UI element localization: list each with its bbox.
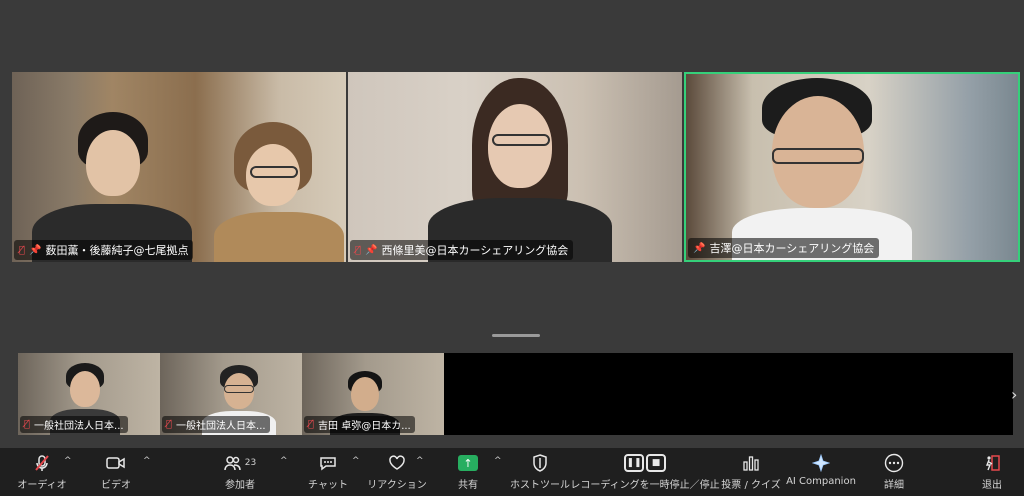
pin-icon: 📌 [29,244,42,256]
heart-icon [388,452,406,474]
thumbnail-tile-3[interactable]: 🎙̸ 吉田 卓弥@日本カ... [302,353,444,435]
ai-companion-button[interactable]: AI Companion [781,452,861,487]
participant-name: 一般社団法人日本... [34,421,124,432]
video-label: ビデオ [101,480,131,491]
participant-name-tag: 🎙̸ 一般社団法人日本... [20,416,128,433]
video-tile-3-active-speaker[interactable]: 📌 吉澤@日本カーシェアリング協会 [684,72,1020,262]
pause-stop-icon: ❚❚ ■ [623,452,667,474]
chevron-up-icon[interactable]: ^ [143,456,151,466]
mic-muted-icon: 🎙̸ [19,244,26,256]
video-tile-1[interactable]: 🎙̸ 📌 薮田薫・後藤純子@七尾拠点 [12,72,346,262]
participant-name: 吉澤@日本カーシェアリング協会 [709,242,875,255]
chat-icon [319,452,337,474]
recording-label: レコーディングを一時停止／停止 [570,480,720,491]
participant-name: 吉田 卓弥@日本カ... [318,421,411,432]
recording-button[interactable]: ❚❚ ■ レコーディングを一時停止／停止 [570,452,720,491]
ai-companion-label: AI Companion [786,476,856,487]
polls-button[interactable]: 投票 / クイズ [711,452,791,491]
main-video-gallery: 🎙̸ 📌 薮田薫・後藤純子@七尾拠点 🎙̸ 📌 西條里美@日本カーシェアリング協… [12,72,1020,262]
mic-muted-icon: 🎙̸ [24,419,31,430]
participant-name-tag: 🎙̸ 📌 西條里美@日本カーシェアリング協会 [350,240,574,260]
bar-chart-icon [742,452,760,474]
participant-name: 西條里美@日本カーシェアリング協会 [381,244,569,257]
video-tile-2[interactable]: 🎙̸ 📌 西條里美@日本カーシェアリング協会 [348,72,682,262]
participants-icon: 23 [224,452,256,474]
mic-muted-icon: 🎙̸ [355,244,362,256]
thumbnail-tile-1[interactable]: 🎙̸ 一般社団法人日本... [18,353,160,435]
polls-label: 投票 / クイズ [721,480,781,491]
host-tools-button[interactable]: ホストツール [500,452,580,491]
reactions-label: リアクション [367,480,427,491]
gallery-resize-handle[interactable] [492,334,540,337]
participant-name-tag: 📌 吉澤@日本カーシェアリング協会 [688,238,880,258]
participants-button[interactable]: 23 参加者 [200,452,280,491]
participant-name-tag: 🎙̸ 一般社団法人日本... [162,416,270,433]
shield-icon [532,452,548,474]
leave-button[interactable]: 退出 [952,452,1024,491]
chevron-right-icon[interactable]: › [1011,385,1017,404]
leave-label: 退出 [982,480,1002,491]
participant-thumbnail-strip: 🎙̸ 一般社団法人日本... 🎙̸ 一般社団法人日本... 🎙̸ 吉田 卓弥@日… [18,353,1013,435]
more-button[interactable]: 詳細 [854,452,934,491]
participant-name: 一般社団法人日本... [176,421,266,432]
audio-label: オーディオ [17,480,67,491]
video-icon [106,452,126,474]
mic-muted-icon [33,452,51,474]
participant-name: 薮田薫・後藤純子@七尾拠点 [45,244,189,257]
chevron-up-icon[interactable]: ^ [280,456,288,466]
participant-name-tag: 🎙̸ 📌 薮田薫・後藤純子@七尾拠点 [14,240,194,260]
mic-muted-icon: 🎙̸ [308,419,315,430]
share-label: 共有 [458,480,478,491]
more-dots-icon [884,452,904,474]
sparkle-icon [812,452,830,474]
chat-label: チャット [308,480,348,491]
share-up-arrow-icon: ↑ [458,452,478,474]
mic-muted-icon: 🎙̸ [166,419,173,430]
pin-icon: 📌 [365,244,378,256]
meeting-toolbar: オーディオ ^ ビデオ ^ 23 参加者 ^ チャット ^ リアクション ^ ↑… [0,448,1024,496]
pin-icon: 📌 [693,242,706,254]
thumbnail-tile-2[interactable]: 🎙̸ 一般社団法人日本... [160,353,302,435]
participant-name-tag: 🎙̸ 吉田 卓弥@日本カ... [304,416,415,433]
more-label: 詳細 [884,480,904,491]
host-tools-label: ホストツール [510,480,570,491]
leave-icon [983,452,1001,474]
chevron-up-icon[interactable]: ^ [64,456,72,466]
participant-count: 23 [244,458,257,468]
chevron-up-icon[interactable]: ^ [416,456,424,466]
participants-label: 参加者 [225,480,255,491]
reactions-button[interactable]: リアクション [357,452,437,491]
